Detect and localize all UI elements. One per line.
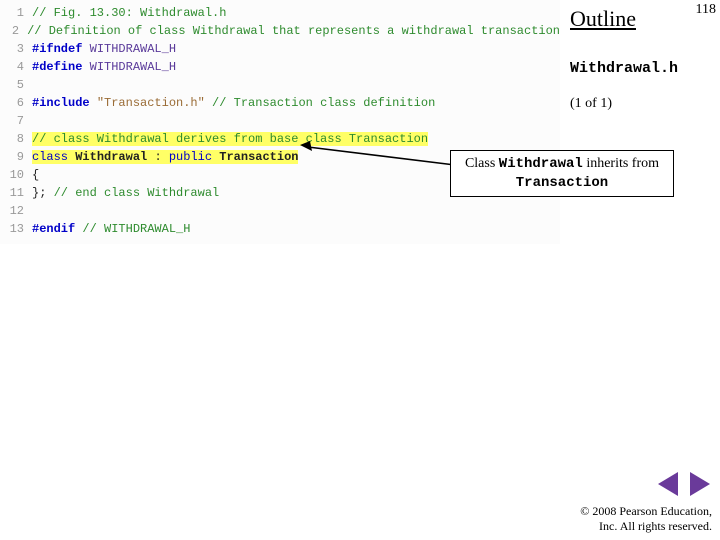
line-number: 5 (0, 78, 32, 92)
code-line: 4#define WITHDRAWAL_H (0, 58, 560, 76)
code-content: #endif // WITHDRAWAL_H (32, 222, 190, 236)
nav-next-icon[interactable] (690, 472, 710, 496)
code-token: // Fig. 13.30: Withdrawal.h (32, 6, 226, 20)
code-listing: 1// Fig. 13.30: Withdrawal.h2// Definiti… (0, 0, 560, 244)
code-token (46, 186, 53, 200)
code-content: // Fig. 13.30: Withdrawal.h (32, 6, 226, 20)
page-of-indicator: (1 of 1) (570, 96, 612, 112)
line-number: 1 (0, 6, 32, 20)
nav-controls (658, 472, 710, 496)
code-token: class (32, 150, 68, 164)
page-number: 118 (696, 2, 716, 18)
code-token (205, 96, 212, 110)
code-token: WITHDRAWAL_H (90, 60, 176, 74)
line-number: 10 (0, 168, 32, 182)
code-content: #include "Transaction.h" // Transaction … (32, 96, 435, 110)
code-token: Withdrawal (75, 150, 147, 164)
code-token: // Transaction class definition (212, 96, 435, 110)
outline-heading: Outline (570, 6, 636, 32)
code-content: { (32, 168, 39, 182)
code-line: 7 (0, 112, 560, 130)
code-line: 1// Fig. 13.30: Withdrawal.h (0, 4, 560, 22)
slide: 1// Fig. 13.30: Withdrawal.h2// Definiti… (0, 0, 720, 540)
callout-basename: Transaction (516, 175, 608, 191)
code-content: #ifndef WITHDRAWAL_H (32, 42, 176, 56)
code-content: // class Withdrawal derives from base cl… (32, 132, 428, 146)
code-line: 12 (0, 202, 560, 220)
line-number: 8 (0, 132, 32, 146)
callout-classname: Withdrawal (499, 156, 583, 172)
line-number: 13 (0, 222, 32, 236)
code-token: : (154, 150, 161, 164)
code-token: "Transaction.h" (97, 96, 205, 110)
code-token: #include (32, 96, 90, 110)
code-line: 5 (0, 76, 560, 94)
code-token: #ifndef (32, 42, 82, 56)
code-token: #endif (32, 222, 75, 236)
code-token: // class Withdrawal derives from base cl… (32, 132, 428, 146)
code-token (82, 42, 89, 56)
line-number: 12 (0, 204, 32, 218)
code-token (162, 150, 169, 164)
code-token: #define (32, 60, 82, 74)
code-token: // end class Withdrawal (54, 186, 220, 200)
code-line: 13#endif // WITHDRAWAL_H (0, 220, 560, 238)
code-line: 6#include "Transaction.h" // Transaction… (0, 94, 560, 112)
line-number: 3 (0, 42, 32, 56)
line-number: 9 (0, 150, 32, 164)
code-token (90, 96, 97, 110)
code-token: Transaction (219, 150, 298, 164)
annotation-callout: Class Withdrawal inherits from Transacti… (450, 150, 674, 197)
code-content: // Definition of class Withdrawal that r… (27, 24, 560, 38)
copyright-line-1: © 2008 Pearson Education, (580, 504, 712, 519)
code-token: WITHDRAWAL_H (90, 42, 176, 56)
code-line: 2// Definition of class Withdrawal that … (0, 22, 560, 40)
source-filename: Withdrawal.h (570, 60, 678, 77)
code-content: }; // end class Withdrawal (32, 186, 219, 200)
line-number: 2 (0, 24, 27, 38)
callout-text-mid: inherits from (583, 156, 659, 171)
code-content: class Withdrawal : public Transaction (32, 150, 298, 164)
code-token: // WITHDRAWAL_H (82, 222, 190, 236)
code-token: }; (32, 186, 46, 200)
line-number: 6 (0, 96, 32, 110)
line-number: 11 (0, 186, 32, 200)
copyright-notice: © 2008 Pearson Education, Inc. All right… (580, 504, 712, 534)
code-line: 8// class Withdrawal derives from base c… (0, 130, 560, 148)
code-token: { (32, 168, 39, 182)
copyright-line-2: Inc. All rights reserved. (580, 519, 712, 534)
code-line: 3#ifndef WITHDRAWAL_H (0, 40, 560, 58)
code-token: // Definition of class Withdrawal that r… (27, 24, 560, 38)
code-content: #define WITHDRAWAL_H (32, 60, 176, 74)
code-token (82, 60, 89, 74)
callout-text-prefix: Class (465, 156, 499, 171)
code-token: public (169, 150, 212, 164)
line-number: 4 (0, 60, 32, 74)
line-number: 7 (0, 114, 32, 128)
nav-prev-icon[interactable] (658, 472, 678, 496)
